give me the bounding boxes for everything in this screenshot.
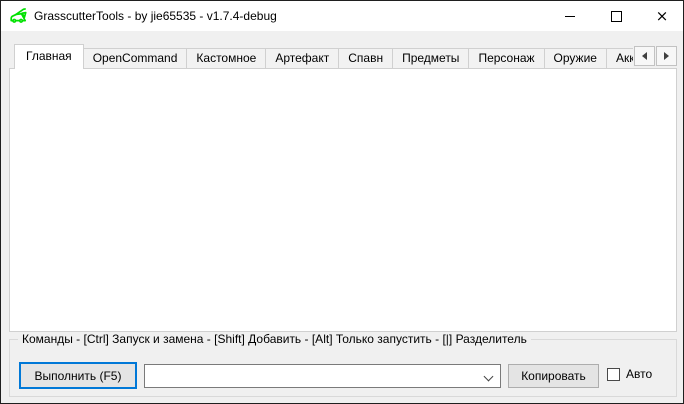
tab-scroll-buttons — [633, 46, 677, 66]
tab-items[interactable]: Предметы — [392, 48, 469, 69]
window-title: GrasscutterTools - by jie65535 - v1.7.4-… — [34, 1, 277, 31]
tab-account[interactable]: Аккаунт — [606, 48, 633, 69]
tab-spawn[interactable]: Спавн — [338, 48, 393, 69]
tab-scroll-left-icon — [642, 52, 647, 60]
home-tab-page — [9, 68, 677, 332]
tab-scroll-right-icon — [664, 52, 669, 60]
title-bar[interactable]: GrasscutterTools - by jie65535 - v1.7.4-… — [1, 1, 683, 31]
tab-home[interactable]: Главная — [14, 44, 84, 69]
tab-scroll-right-button[interactable] — [656, 46, 677, 66]
tab-artifact[interactable]: Артефакт — [265, 48, 339, 69]
maximize-icon — [611, 11, 622, 22]
close-button[interactable]: × — [639, 1, 684, 31]
commands-group: Команды - [Ctrl] Запуск и замена - [Shif… — [9, 339, 677, 397]
tab-opencommand[interactable]: OpenCommand — [83, 48, 188, 69]
app-window: GrasscutterTools - by jie65535 - v1.7.4-… — [0, 0, 684, 404]
tab-scroll-left-button[interactable] — [634, 46, 655, 66]
commands-group-title: Команды - [Ctrl] Запуск и замена - [Shif… — [18, 332, 531, 346]
minimize-button[interactable] — [547, 1, 593, 31]
tab-custom[interactable]: Кастомное — [186, 48, 266, 69]
tab-weapon[interactable]: Оружие — [544, 48, 607, 69]
tab-strip: Главная OpenCommand Кастомное Артефакт С… — [14, 44, 633, 69]
car-icon — [10, 8, 27, 24]
close-icon: × — [656, 9, 669, 24]
tab-character[interactable]: Персонаж — [468, 48, 544, 69]
maximize-button[interactable] — [593, 1, 639, 31]
minimize-icon — [565, 16, 575, 17]
